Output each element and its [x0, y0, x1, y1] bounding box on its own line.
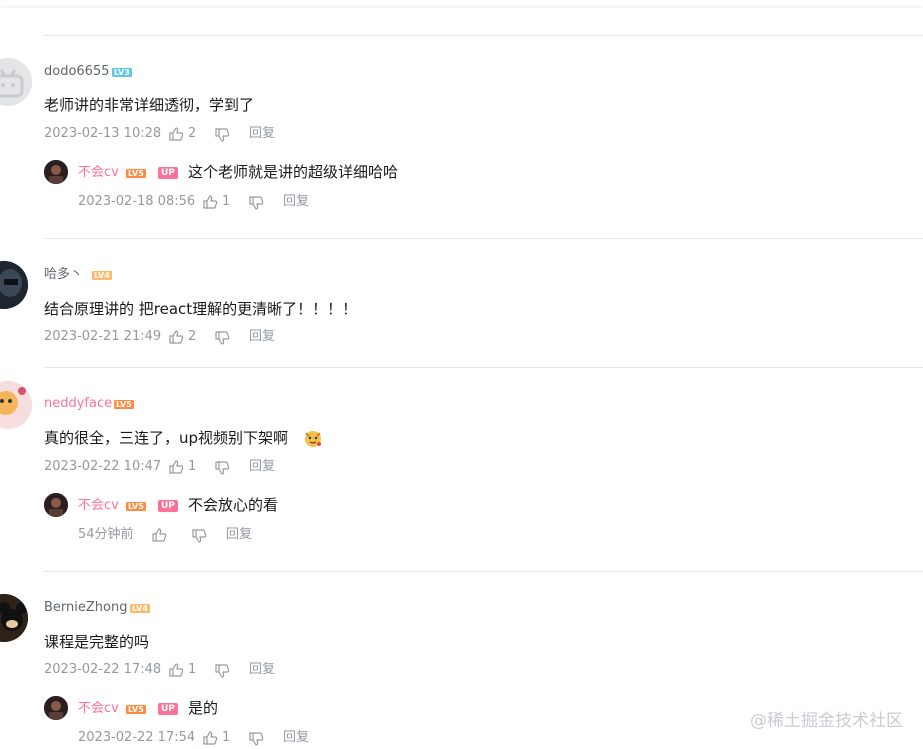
comment-divider [44, 571, 923, 572]
dislike-icon[interactable] [214, 460, 230, 476]
comment-text: 真的很全，三连了，up视频别下架啊 [44, 429, 289, 447]
avatar[interactable] [44, 493, 68, 517]
reply-button[interactable]: 回复 [249, 125, 275, 143]
up-badge: UP [158, 703, 178, 715]
like-icon[interactable] [202, 730, 218, 746]
level-badge: LV5 [114, 400, 134, 409]
comment-username[interactable]: dodo6655 [44, 63, 110, 81]
comment-username[interactable]: BernieZhong [44, 599, 127, 617]
reply-text: 这个老师就是讲的超级详细哈哈 [188, 163, 399, 181]
reply-button[interactable]: 回复 [249, 328, 275, 346]
avatar[interactable] [0, 381, 32, 429]
dislike-icon[interactable] [191, 528, 207, 544]
like-icon[interactable] [151, 527, 167, 543]
like-count: 1 [188, 459, 197, 474]
level-badge: LV5 [126, 169, 146, 178]
reply-time: 54分钟前 [78, 527, 134, 542]
reply-time: 2023-02-22 17:54 [78, 730, 196, 745]
avatar[interactable] [0, 594, 28, 642]
comment-username[interactable]: 哈多丶 [44, 266, 83, 284]
user-avatar-icon [44, 160, 68, 184]
like-icon[interactable] [168, 459, 184, 475]
avatar[interactable] [44, 160, 68, 184]
avatar[interactable] [0, 58, 32, 106]
watermark: @稀土掘金技术社区 [750, 711, 903, 731]
user-avatar-icon [0, 381, 32, 429]
comment-time: 2023-02-22 10:47 [44, 459, 162, 474]
dislike-icon[interactable] [248, 731, 264, 747]
comment-username[interactable]: neddyface [44, 395, 112, 413]
dislike-icon[interactable] [214, 330, 230, 346]
user-avatar-icon [44, 696, 68, 720]
comment-divider [44, 35, 923, 36]
like-count: 2 [188, 126, 197, 141]
dislike-icon[interactable] [214, 127, 230, 143]
reply-button[interactable]: 回复 [249, 661, 275, 679]
comment-divider [44, 238, 923, 239]
user-avatar-icon [0, 261, 28, 309]
level-badge: LV4 [130, 604, 150, 613]
default-avatar-icon [0, 58, 32, 106]
reply-username[interactable]: 不会cv [78, 164, 119, 182]
reply-text: 是的 [188, 699, 219, 717]
reply-button[interactable]: 回复 [283, 729, 309, 747]
dislike-icon[interactable] [248, 195, 264, 211]
reply-button[interactable]: 回复 [249, 458, 275, 476]
reply-text: 不会放心的看 [188, 496, 279, 514]
like-icon[interactable] [168, 662, 184, 678]
user-avatar-icon [44, 493, 68, 517]
like-count: 1 [222, 730, 231, 745]
like-count: 2 [188, 329, 197, 344]
level-badge: LV5 [126, 502, 146, 511]
level-badge: LV4 [92, 271, 112, 280]
like-count: 1 [222, 194, 231, 209]
dislike-icon[interactable] [214, 663, 230, 679]
comment-time: 2023-02-22 17:48 [44, 662, 162, 677]
up-badge: UP [158, 167, 178, 179]
like-icon[interactable] [202, 194, 218, 210]
top-toolbar-edge [0, 0, 923, 6]
like-count: 1 [188, 662, 197, 677]
avatar[interactable] [44, 696, 68, 720]
up-badge: UP [158, 500, 178, 512]
comment-time: 2023-02-21 21:49 [44, 329, 162, 344]
comment-text: 老师讲的非常详细透彻，学到了 [44, 96, 255, 114]
reply-button[interactable]: 回复 [226, 526, 252, 544]
reply-button[interactable]: 回复 [283, 193, 309, 211]
like-icon[interactable] [168, 329, 184, 345]
reply-username[interactable]: 不会cv [78, 497, 119, 515]
user-avatar-icon [0, 594, 28, 642]
comment-divider [44, 367, 923, 368]
comment-text: 课程是完整的吗 [44, 633, 150, 651]
reply-username[interactable]: 不会cv [78, 700, 119, 718]
avatar[interactable] [0, 261, 28, 309]
level-badge: LV3 [112, 68, 132, 77]
like-icon[interactable] [168, 126, 184, 142]
level-badge: LV5 [126, 705, 146, 714]
reply-time: 2023-02-18 08:56 [78, 194, 196, 209]
dog-emoji-icon [305, 431, 321, 447]
comment-time: 2023-02-13 10:28 [44, 126, 162, 141]
comment-text: 结合原理讲的 把react理解的更清晰了！！！！ [44, 300, 358, 318]
